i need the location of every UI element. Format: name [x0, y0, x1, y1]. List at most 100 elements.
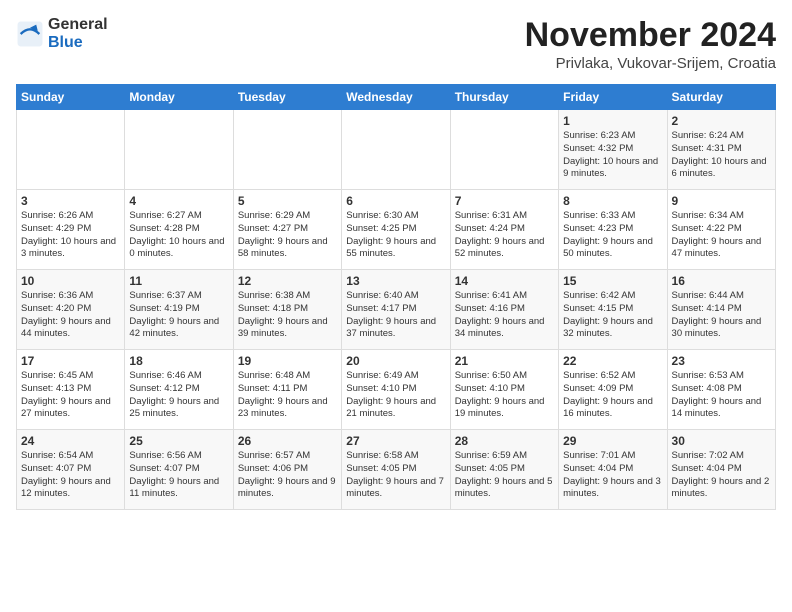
day-number: 11: [129, 274, 228, 288]
day-info: Sunrise: 6:31 AM Sunset: 4:24 PM Dayligh…: [455, 210, 554, 261]
calendar-cell: 17 Sunrise: 6:45 AM Sunset: 4:13 PM Dayli…: [17, 350, 125, 430]
calendar-cell: 11 Sunrise: 6:37 AM Sunset: 4:19 PM Dayli…: [125, 270, 233, 350]
day-info: Sunrise: 6:26 AM Sunset: 4:29 PM Dayligh…: [21, 210, 120, 261]
calendar-cell: 12 Sunrise: 6:38 AM Sunset: 4:18 PM Dayli…: [233, 270, 341, 350]
calendar-cell: 13 Sunrise: 6:40 AM Sunset: 4:17 PM Dayli…: [342, 270, 450, 350]
day-info: Sunrise: 6:46 AM Sunset: 4:12 PM Dayligh…: [129, 370, 228, 421]
calendar-cell: 6 Sunrise: 6:30 AM Sunset: 4:25 PM Daylig…: [342, 190, 450, 270]
day-number: 8: [563, 194, 662, 208]
day-info: Sunrise: 6:24 AM Sunset: 4:31 PM Dayligh…: [672, 130, 771, 181]
day-number: 22: [563, 354, 662, 368]
day-number: 16: [672, 274, 771, 288]
day-number: 5: [238, 194, 337, 208]
day-info: Sunrise: 6:37 AM Sunset: 4:19 PM Dayligh…: [129, 290, 228, 341]
day-info: Sunrise: 6:54 AM Sunset: 4:07 PM Dayligh…: [21, 450, 120, 501]
calendar-cell: 15 Sunrise: 6:42 AM Sunset: 4:15 PM Dayli…: [559, 270, 667, 350]
day-info: Sunrise: 6:48 AM Sunset: 4:11 PM Dayligh…: [238, 370, 337, 421]
calendar-week-row: 1 Sunrise: 6:23 AM Sunset: 4:32 PM Daylig…: [17, 110, 776, 190]
calendar-cell: 14 Sunrise: 6:41 AM Sunset: 4:16 PM Dayli…: [450, 270, 558, 350]
day-info: Sunrise: 6:42 AM Sunset: 4:15 PM Dayligh…: [563, 290, 662, 341]
day-info: Sunrise: 6:56 AM Sunset: 4:07 PM Dayligh…: [129, 450, 228, 501]
day-number: 21: [455, 354, 554, 368]
logo-general: General: [48, 16, 108, 34]
day-info: Sunrise: 6:27 AM Sunset: 4:28 PM Dayligh…: [129, 210, 228, 261]
day-info: Sunrise: 6:52 AM Sunset: 4:09 PM Dayligh…: [563, 370, 662, 421]
calendar-cell: 24 Sunrise: 6:54 AM Sunset: 4:07 PM Dayli…: [17, 430, 125, 510]
calendar-cell: 30Sunrise: 7:02 AM Sunset: 4:04 PM Dayli…: [667, 430, 775, 510]
calendar-cell: 2 Sunrise: 6:24 AM Sunset: 4:31 PM Daylig…: [667, 110, 775, 190]
page-header: General Blue November 2024 Privlaka, Vuk…: [16, 16, 776, 72]
day-number: 23: [672, 354, 771, 368]
day-info: Sunrise: 6:53 AM Sunset: 4:08 PM Dayligh…: [672, 370, 771, 421]
day-info: Sunrise: 6:49 AM Sunset: 4:10 PM Dayligh…: [346, 370, 445, 421]
calendar-cell: 9Sunrise: 6:34 AM Sunset: 4:22 PM Daylig…: [667, 190, 775, 270]
calendar-week-row: 3 Sunrise: 6:26 AM Sunset: 4:29 PM Daylig…: [17, 190, 776, 270]
day-number: 20: [346, 354, 445, 368]
calendar-cell: 10 Sunrise: 6:36 AM Sunset: 4:20 PM Dayli…: [17, 270, 125, 350]
calendar-cell: [233, 110, 341, 190]
calendar-cell: 16 Sunrise: 6:44 AM Sunset: 4:14 PM Dayli…: [667, 270, 775, 350]
calendar-cell: 19 Sunrise: 6:48 AM Sunset: 4:11 PM Dayli…: [233, 350, 341, 430]
calendar-cell: 7 Sunrise: 6:31 AM Sunset: 4:24 PM Daylig…: [450, 190, 558, 270]
day-number: 17: [21, 354, 120, 368]
day-info: Sunrise: 6:41 AM Sunset: 4:16 PM Dayligh…: [455, 290, 554, 341]
day-number: 19: [238, 354, 337, 368]
day-number: 29: [563, 434, 662, 448]
calendar-cell: 23 Sunrise: 6:53 AM Sunset: 4:08 PM Dayli…: [667, 350, 775, 430]
logo-text: General Blue: [48, 16, 108, 51]
day-number: 28: [455, 434, 554, 448]
day-info: Sunrise: 6:45 AM Sunset: 4:13 PM Dayligh…: [21, 370, 120, 421]
calendar-cell: 5 Sunrise: 6:29 AM Sunset: 4:27 PM Daylig…: [233, 190, 341, 270]
logo-blue: Blue: [48, 34, 108, 52]
day-number: 13: [346, 274, 445, 288]
calendar-cell: 18Sunrise: 6:46 AM Sunset: 4:12 PM Dayli…: [125, 350, 233, 430]
calendar-cell: 8Sunrise: 6:33 AM Sunset: 4:23 PM Daylig…: [559, 190, 667, 270]
day-info: Sunrise: 6:38 AM Sunset: 4:18 PM Dayligh…: [238, 290, 337, 341]
day-info: Sunrise: 7:02 AM Sunset: 4:04 PM Dayligh…: [672, 450, 771, 501]
day-number: 9: [672, 194, 771, 208]
weekday-header-row: SundayMondayTuesdayWednesdayThursdayFrid…: [17, 85, 776, 110]
logo: General Blue: [16, 16, 108, 51]
calendar-week-row: 10 Sunrise: 6:36 AM Sunset: 4:20 PM Dayli…: [17, 270, 776, 350]
calendar-cell: 4 Sunrise: 6:27 AM Sunset: 4:28 PM Daylig…: [125, 190, 233, 270]
day-number: 25: [129, 434, 228, 448]
logo-icon: [16, 20, 44, 48]
day-number: 3: [21, 194, 120, 208]
day-info: Sunrise: 6:30 AM Sunset: 4:25 PM Dayligh…: [346, 210, 445, 261]
weekday-header: Tuesday: [233, 85, 341, 110]
calendar-cell: 29 Sunrise: 7:01 AM Sunset: 4:04 PM Dayli…: [559, 430, 667, 510]
weekday-header: Monday: [125, 85, 233, 110]
day-number: 12: [238, 274, 337, 288]
day-number: 24: [21, 434, 120, 448]
calendar-week-row: 24 Sunrise: 6:54 AM Sunset: 4:07 PM Dayli…: [17, 430, 776, 510]
weekday-header: Wednesday: [342, 85, 450, 110]
day-number: 10: [21, 274, 120, 288]
calendar-week-row: 17 Sunrise: 6:45 AM Sunset: 4:13 PM Dayli…: [17, 350, 776, 430]
day-info: Sunrise: 7:01 AM Sunset: 4:04 PM Dayligh…: [563, 450, 662, 501]
day-info: Sunrise: 6:36 AM Sunset: 4:20 PM Dayligh…: [21, 290, 120, 341]
calendar-cell: 21Sunrise: 6:50 AM Sunset: 4:10 PM Dayli…: [450, 350, 558, 430]
day-number: 1: [563, 114, 662, 128]
day-info: Sunrise: 6:57 AM Sunset: 4:06 PM Dayligh…: [238, 450, 337, 501]
weekday-header: Friday: [559, 85, 667, 110]
day-info: Sunrise: 6:58 AM Sunset: 4:05 PM Dayligh…: [346, 450, 445, 501]
day-number: 2: [672, 114, 771, 128]
day-info: Sunrise: 6:23 AM Sunset: 4:32 PM Dayligh…: [563, 130, 662, 181]
day-number: 27: [346, 434, 445, 448]
day-number: 15: [563, 274, 662, 288]
day-info: Sunrise: 6:44 AM Sunset: 4:14 PM Dayligh…: [672, 290, 771, 341]
day-info: Sunrise: 6:29 AM Sunset: 4:27 PM Dayligh…: [238, 210, 337, 261]
calendar-cell: 22 Sunrise: 6:52 AM Sunset: 4:09 PM Dayli…: [559, 350, 667, 430]
day-info: Sunrise: 6:40 AM Sunset: 4:17 PM Dayligh…: [346, 290, 445, 341]
calendar-cell: 28Sunrise: 6:59 AM Sunset: 4:05 PM Dayli…: [450, 430, 558, 510]
location: Privlaka, Vukovar-Srijem, Croatia: [525, 55, 776, 72]
day-number: 6: [346, 194, 445, 208]
month-title: November 2024: [525, 16, 776, 55]
calendar-cell: [342, 110, 450, 190]
weekday-header: Thursday: [450, 85, 558, 110]
day-number: 4: [129, 194, 228, 208]
day-number: 7: [455, 194, 554, 208]
day-number: 14: [455, 274, 554, 288]
calendar-cell: 26Sunrise: 6:57 AM Sunset: 4:06 PM Dayli…: [233, 430, 341, 510]
weekday-header: Sunday: [17, 85, 125, 110]
